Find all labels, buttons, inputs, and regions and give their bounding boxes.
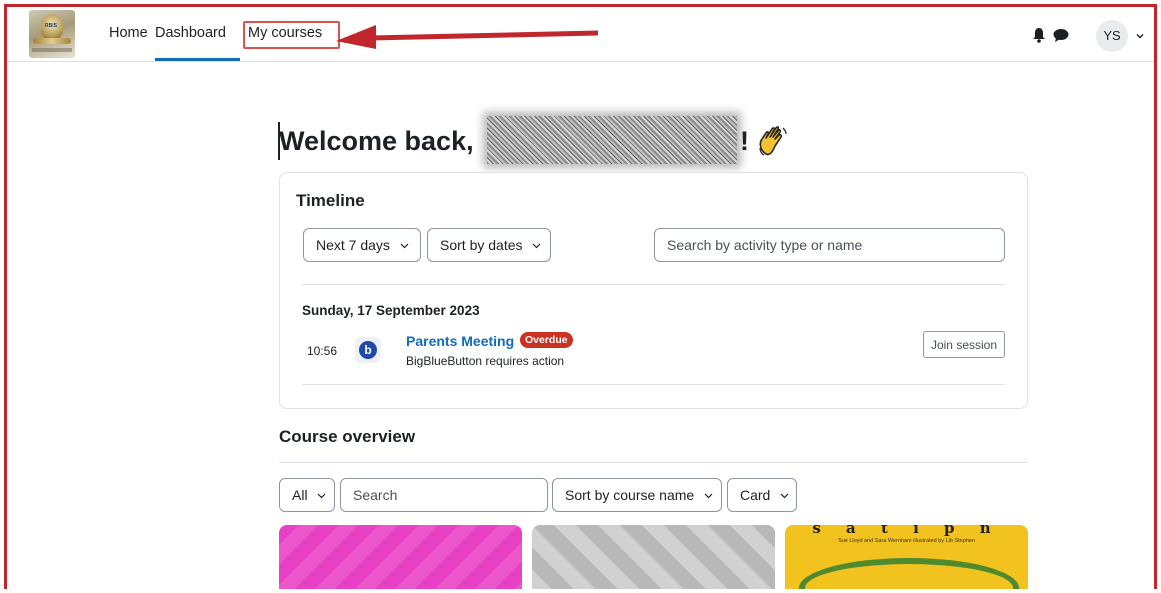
course-cover-subtitle: Sue Lloyd and Sara Wernham illustrated b… xyxy=(838,538,975,544)
chevron-down-icon xyxy=(532,243,541,249)
course-card[interactable] xyxy=(279,525,522,593)
timeline-day-filter-label: Next 7 days xyxy=(316,237,390,253)
active-tab-indicator xyxy=(155,58,240,61)
logo-caption xyxy=(32,48,72,52)
timeline-day-filter-dropdown[interactable]: Next 7 days xyxy=(303,228,421,262)
waving-hand-icon xyxy=(759,126,787,156)
course-card[interactable]: s a t i p n Sue Lloyd and Sara Wernham i… xyxy=(785,525,1028,593)
bigbluebutton-letter: b xyxy=(359,341,377,359)
bell-icon[interactable] xyxy=(1032,27,1046,43)
timeline-block: Timeline Next 7 days Sort by dates Sunda… xyxy=(279,172,1028,409)
chevron-down-icon[interactable] xyxy=(1135,31,1145,41)
overdue-badge: Overdue xyxy=(520,332,573,348)
annotation-highlight-box xyxy=(243,21,340,49)
course-search-input[interactable] xyxy=(340,478,548,512)
timeline-title: Timeline xyxy=(296,191,365,210)
timeline-sort-dropdown[interactable]: Sort by dates xyxy=(427,228,551,262)
timeline-search-input[interactable] xyxy=(654,228,1005,262)
chat-icon[interactable] xyxy=(1053,28,1069,42)
course-filter-label: All xyxy=(292,487,308,503)
event-name-link[interactable]: Parents Meeting xyxy=(406,333,514,349)
redacted-user-name xyxy=(487,116,737,164)
logo-text: RBIS xyxy=(45,23,57,29)
course-view-label: Card xyxy=(740,487,771,503)
user-avatar[interactable]: YS xyxy=(1096,20,1128,52)
chevron-down-icon xyxy=(400,243,409,249)
divider xyxy=(302,384,1005,385)
timeline-date-heading: Sunday, 17 September 2023 xyxy=(302,303,480,318)
divider xyxy=(302,284,1005,285)
course-card[interactable] xyxy=(532,525,775,593)
nav-home-link[interactable]: Home xyxy=(109,25,148,41)
course-view-dropdown[interactable]: Card xyxy=(727,478,797,512)
welcome-suffix: ! xyxy=(740,126,749,156)
course-cover-title: s a t i p n xyxy=(812,525,1001,537)
chevron-down-icon xyxy=(704,493,713,499)
course-overview-title: Course overview xyxy=(279,427,416,446)
timeline-sort-label: Sort by dates xyxy=(440,237,523,253)
course-sort-label: Sort by course name xyxy=(565,487,695,503)
nav-dashboard-link[interactable]: Dashboard xyxy=(155,25,226,41)
divider xyxy=(279,462,1028,463)
course-sort-dropdown[interactable]: Sort by course name xyxy=(552,478,722,512)
cover-illustration xyxy=(799,558,1019,593)
frame-bottom-gap xyxy=(0,589,1161,593)
join-session-button[interactable]: Join session xyxy=(923,331,1005,358)
welcome-heading: Welcome back, xyxy=(279,126,474,156)
logo-wings xyxy=(33,38,71,44)
chevron-down-icon xyxy=(318,493,326,499)
annotation-arrow-icon xyxy=(336,25,598,49)
course-filter-dropdown[interactable]: All xyxy=(279,478,335,512)
event-time: 10:56 xyxy=(307,344,338,358)
event-subtitle: BigBlueButton requires action xyxy=(406,354,565,368)
bigbluebutton-icon: b xyxy=(355,337,381,363)
site-logo[interactable]: RBIS xyxy=(29,10,75,58)
chevron-down-icon xyxy=(780,493,789,499)
